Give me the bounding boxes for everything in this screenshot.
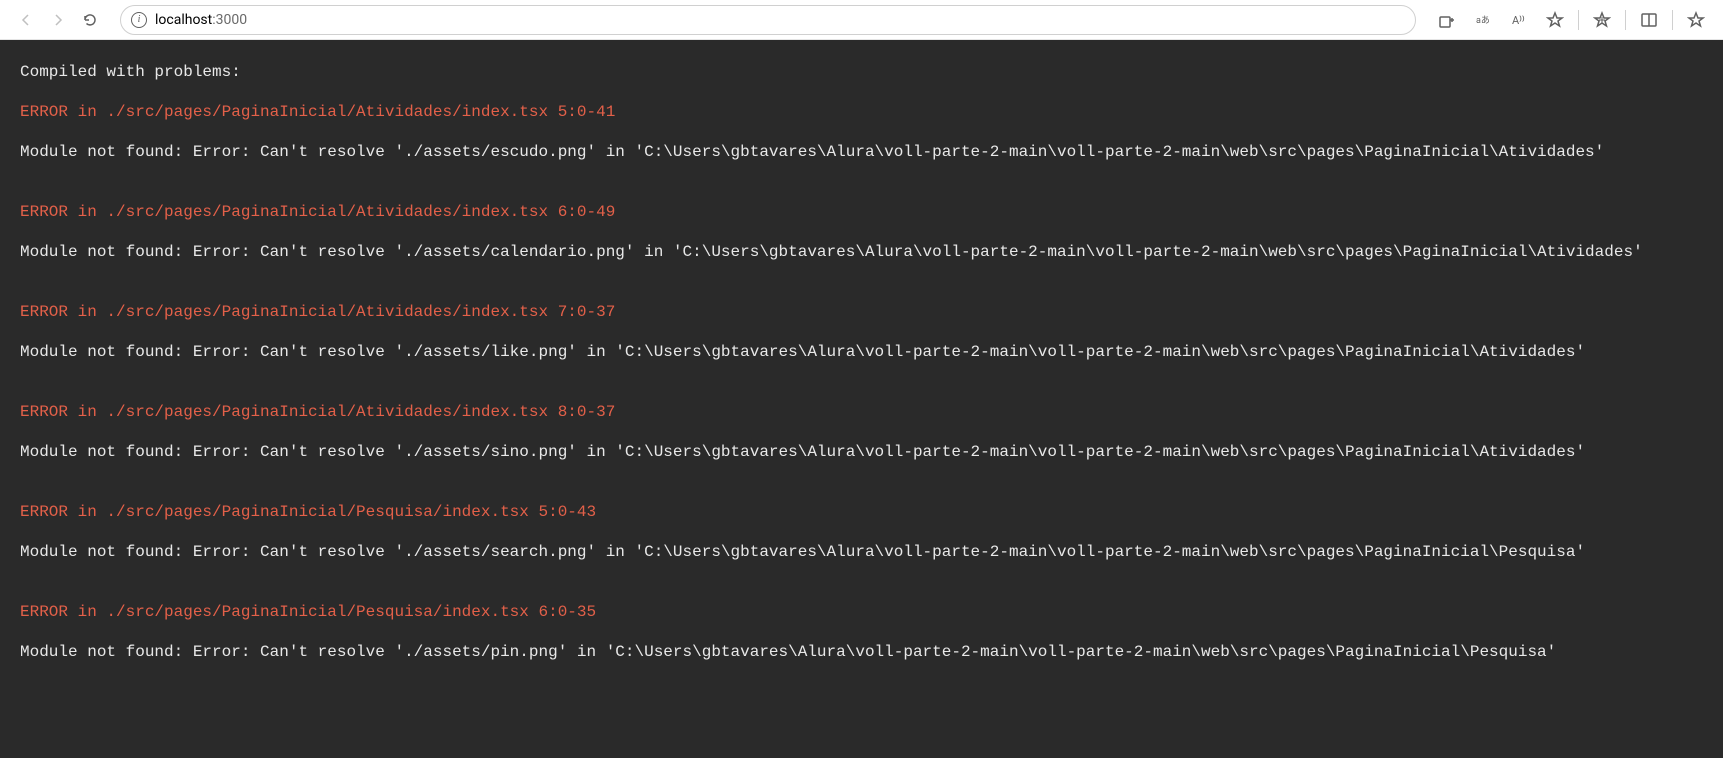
error-block: ERROR in ./src/pages/PaginaInicial/Pesqu… [20,500,1703,564]
forward-button[interactable] [44,6,72,34]
favorites-star-button[interactable] [1681,5,1711,35]
svg-text:aあ: aあ [1476,15,1490,26]
address-bar[interactable]: i localhost:3000 [120,5,1416,35]
error-detail: Module not found: Error: Can't resolve '… [20,340,1703,364]
url-port: :3000 [212,12,247,28]
browser-toolbar: i localhost:3000 aあ A⁾⁾ [0,0,1723,40]
collections-icon [1593,11,1611,29]
toolbar-divider [1672,10,1673,30]
error-block: ERROR in ./src/pages/PaginaInicial/Ativi… [20,200,1703,264]
error-title: ERROR in ./src/pages/PaginaInicial/Ativi… [20,200,1703,224]
error-title: ERROR in ./src/pages/PaginaInicial/Pesqu… [20,500,1703,524]
info-icon[interactable]: i [131,12,147,28]
error-block: ERROR in ./src/pages/PaginaInicial/Pesqu… [20,600,1703,664]
error-title: ERROR in ./src/pages/PaginaInicial/Ativi… [20,100,1703,124]
arrow-left-icon [18,12,34,28]
split-screen-icon [1640,11,1658,29]
star-icon [1546,11,1564,29]
error-detail: Module not found: Error: Can't resolve '… [20,440,1703,464]
toolbar-right: aあ A⁾⁾ [1432,5,1711,35]
error-detail: Module not found: Error: Can't resolve '… [20,640,1703,664]
toolbar-divider [1625,10,1626,30]
read-aloud-button[interactable]: A⁾⁾ [1504,5,1534,35]
error-title: ERROR in ./src/pages/PaginaInicial/Ativi… [20,400,1703,424]
error-block: ERROR in ./src/pages/PaginaInicial/Ativi… [20,100,1703,164]
error-detail: Module not found: Error: Can't resolve '… [20,140,1703,164]
url-host: localhost [155,12,212,28]
read-aloud-icon: A⁾⁾ [1510,11,1528,29]
svg-text:A⁾⁾: A⁾⁾ [1512,14,1525,27]
favorites-button[interactable] [1540,5,1570,35]
error-title: ERROR in ./src/pages/PaginaInicial/Pesqu… [20,600,1703,624]
url-text: localhost:3000 [155,12,247,28]
refresh-icon [82,12,98,28]
translate-icon: aあ [1474,11,1492,29]
star-outline-icon [1687,11,1705,29]
nav-buttons [12,6,104,34]
extensions-icon [1438,11,1456,29]
error-overlay: Compiled with problems: ERROR in ./src/p… [0,40,1723,758]
error-block: ERROR in ./src/pages/PaginaInicial/Ativi… [20,300,1703,364]
arrow-right-icon [50,12,66,28]
split-screen-button[interactable] [1634,5,1664,35]
translate-button[interactable]: aあ [1468,5,1498,35]
error-block: ERROR in ./src/pages/PaginaInicial/Ativi… [20,400,1703,464]
extensions-button[interactable] [1432,5,1462,35]
toolbar-divider [1578,10,1579,30]
error-detail: Module not found: Error: Can't resolve '… [20,240,1703,264]
back-button[interactable] [12,6,40,34]
error-detail: Module not found: Error: Can't resolve '… [20,540,1703,564]
errors-container: ERROR in ./src/pages/PaginaInicial/Ativi… [20,100,1703,664]
error-title: ERROR in ./src/pages/PaginaInicial/Ativi… [20,300,1703,324]
compiled-header: Compiled with problems: [20,60,1703,84]
refresh-button[interactable] [76,6,104,34]
collections-button[interactable] [1587,5,1617,35]
